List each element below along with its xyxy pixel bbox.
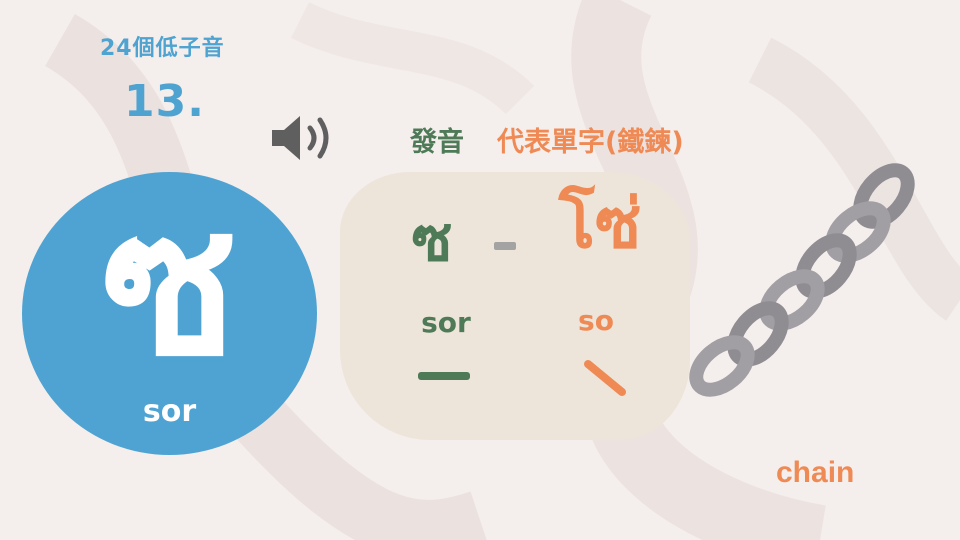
big-letter: ซ bbox=[101, 168, 238, 401]
letter-romanization: sor bbox=[142, 394, 197, 429]
letter-number: 13. bbox=[124, 76, 205, 127]
chain-label: chain bbox=[776, 456, 855, 489]
pronunciation-label: 發音 bbox=[410, 127, 464, 158]
falling-tone-icon bbox=[584, 360, 626, 396]
card-dash bbox=[494, 242, 516, 250]
word-romanization: so bbox=[578, 304, 614, 337]
flat-tone-icon bbox=[418, 372, 470, 380]
representative-word-label: 代表單字(鐵鍊) bbox=[497, 127, 684, 158]
series-title: 24個低子音 bbox=[100, 36, 225, 61]
card-word: โซ่ bbox=[558, 185, 642, 264]
consonant-romanization: sor bbox=[421, 306, 471, 339]
speaker-icon[interactable] bbox=[268, 110, 338, 166]
chain-icon bbox=[689, 163, 915, 397]
card-consonant: ซ bbox=[411, 205, 453, 275]
